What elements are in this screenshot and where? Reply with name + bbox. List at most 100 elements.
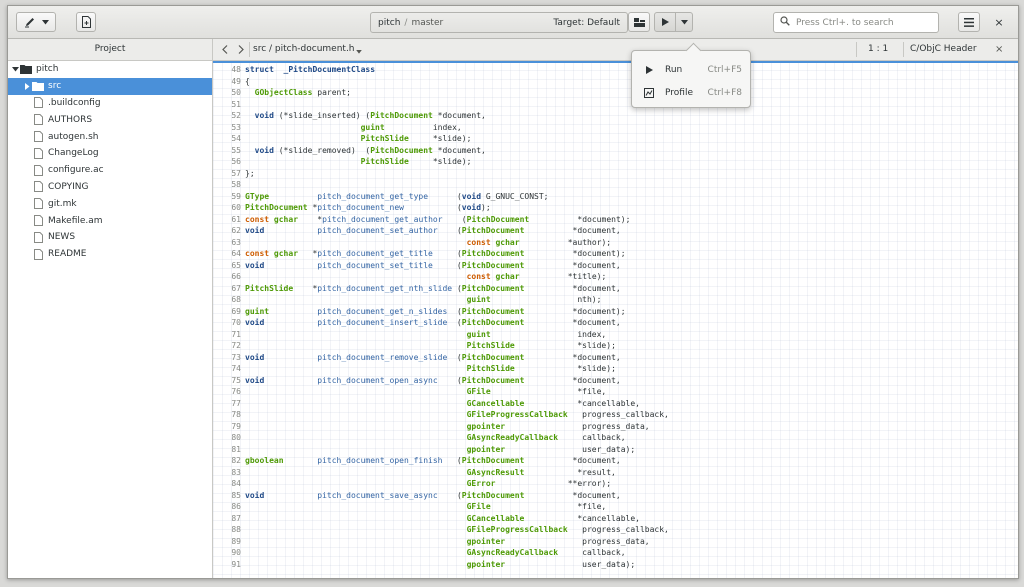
code-line[interactable]: GAsyncReadyCallback callback, — [245, 547, 1018, 559]
code-line[interactable]: gpointer progress_data, — [245, 421, 1018, 433]
code-token: guint — [466, 295, 491, 304]
new-document-button[interactable] — [76, 12, 96, 32]
code-line[interactable]: GAsyncReadyCallback callback, — [245, 432, 1018, 444]
line-number: 52 — [231, 111, 241, 120]
code-line[interactable]: gboolean pitch_document_open_finish (Pit… — [245, 455, 1018, 467]
code-line[interactable]: PitchSlide *slide); — [245, 340, 1018, 352]
code-token: user_data); — [505, 444, 636, 454]
search-box[interactable] — [773, 12, 939, 33]
tree-item[interactable]: git.mk — [8, 195, 212, 212]
build-panel-button[interactable] — [628, 12, 650, 32]
code-line[interactable]: const gchar *title); — [245, 271, 1018, 283]
code-line[interactable]: void pitch_document_set_author (PitchDoc… — [245, 225, 1018, 237]
code-line[interactable]: GAsyncResult *result, — [245, 467, 1018, 479]
tree-item[interactable]: AUTHORS — [8, 111, 212, 128]
code-line[interactable]: gpointer progress_data, — [245, 536, 1018, 548]
chevron-down-icon[interactable] — [10, 66, 20, 72]
code-line[interactable]: void pitch_document_set_title (PitchDocu… — [245, 260, 1018, 272]
code-line[interactable]: guint index, — [245, 122, 1018, 134]
code-line[interactable]: }; — [245, 168, 1018, 180]
code-line[interactable]: GFileProgressCallback progress_callback, — [245, 524, 1018, 536]
run-button[interactable] — [654, 12, 676, 32]
code-line[interactable]: const gchar *author); — [245, 237, 1018, 249]
tree-item[interactable]: .buildconfig — [8, 95, 212, 112]
tree-item[interactable]: autogen.sh — [8, 128, 212, 145]
code-token: ( — [432, 260, 462, 270]
code-line[interactable]: const gchar *pitch_document_get_author (… — [245, 214, 1018, 226]
code-token: GFileProgressCallback — [466, 525, 568, 534]
search-input[interactable] — [794, 16, 938, 29]
tree-item[interactable]: pitch — [8, 61, 212, 78]
chevron-right-icon[interactable] — [22, 82, 32, 90]
code-view[interactable]: 48 49 50 51 52 53 54 55 56 57 58 59 60 61 62 63 64 65 66 67… — [213, 61, 1018, 578]
tree-item[interactable]: Makefile.am — [8, 212, 212, 229]
run-options-button[interactable] — [675, 12, 693, 32]
tree-item[interactable]: ChangeLog — [8, 145, 212, 162]
project-path-box[interactable]: pitch / master Target: Default — [370, 12, 628, 33]
tree-item[interactable]: configure.ac — [8, 162, 212, 179]
code-line[interactable]: GType pitch_document_get_type (void G_GN… — [245, 191, 1018, 203]
code-line[interactable]: guint pitch_document_get_n_slides (Pitch… — [245, 306, 1018, 318]
code-line[interactable]: guint nth); — [245, 294, 1018, 306]
code-line[interactable]: PitchSlide *slide); — [245, 363, 1018, 375]
code-line[interactable]: void pitch_document_remove_slide (PitchD… — [245, 352, 1018, 364]
code-line[interactable]: PitchSlide *slide); — [245, 133, 1018, 145]
header-bar: pitch / master Target: Default Press Ctr… — [8, 6, 1018, 39]
code-line[interactable]: gpointer user_data); — [245, 559, 1018, 571]
code-line[interactable]: GFile *file, — [245, 501, 1018, 513]
line-number: 77 — [231, 398, 241, 408]
language-indicator[interactable]: C/ObjC Header — [910, 39, 977, 60]
line-number: 51 — [231, 99, 241, 109]
code-line[interactable]: const gchar *pitch_document_get_title (P… — [245, 248, 1018, 260]
tree-item-label: README — [48, 249, 87, 260]
cursor-position[interactable]: 1 : 1 — [868, 39, 888, 60]
project-tree: pitch src .buildconfig AUTHORS autogen.sh Cha… — [8, 61, 212, 263]
go-forward-button[interactable] — [235, 43, 247, 55]
perspective-menu-button[interactable] — [16, 12, 56, 32]
code-token: PitchDocument — [461, 260, 525, 270]
code-token: *document, — [524, 490, 621, 500]
code-line[interactable]: GCancellable *cancellable, — [245, 513, 1018, 525]
code-line[interactable]: void (*slide_removed) (PitchDocument *do… — [245, 145, 1018, 157]
code-text[interactable]: struct _PitchDocumentClass { GObjectClass… — [245, 64, 1018, 570]
tree-item[interactable]: NEWS — [8, 229, 212, 246]
code-line[interactable]: GCancellable *cancellable, — [245, 398, 1018, 410]
code-line[interactable]: GFile *file, — [245, 386, 1018, 398]
line-number: 75 — [231, 375, 241, 385]
chevron-down-icon[interactable] — [356, 47, 362, 57]
code-line[interactable]: guint index, — [245, 329, 1018, 341]
line-number-gutter: 48 49 50 51 52 53 54 55 56 57 58 59 60 61 62 63 64 65 66 67… — [213, 64, 241, 570]
close-document-button[interactable]: × — [995, 39, 1003, 60]
code-line[interactable]: gpointer user_data); — [245, 444, 1018, 456]
line-number: 69 — [231, 306, 241, 316]
code-line[interactable]: PitchDocument *pitch_document_new (void)… — [245, 202, 1018, 214]
tree-item-label: src — [48, 81, 62, 92]
code-line[interactable]: void pitch_document_save_async (PitchDoc… — [245, 490, 1018, 502]
line-number: 81 — [231, 444, 241, 454]
code-line[interactable]: void pitch_document_insert_slide (PitchD… — [245, 317, 1018, 329]
tree-item[interactable]: src — [8, 77, 212, 95]
popover-item-profile[interactable]: Profile Ctrl+F8 — [642, 84, 742, 102]
document-filename[interactable]: src / pitch-document.h — [253, 39, 355, 60]
go-back-button[interactable] — [219, 43, 231, 55]
code-line[interactable]: GError **error); — [245, 478, 1018, 490]
code-line[interactable]: void pitch_document_open_async (PitchDoc… — [245, 375, 1018, 387]
code-line[interactable]: GFileProgressCallback progress_callback, — [245, 409, 1018, 421]
window-close-button[interactable]: × — [991, 14, 1007, 30]
code-token: progress_data, — [505, 536, 650, 546]
code-line[interactable]: PitchSlide *pitch_document_get_nth_slide… — [245, 283, 1018, 295]
tree-item[interactable]: COPYING — [8, 179, 212, 196]
main-menu-button[interactable] — [958, 12, 980, 32]
code-line[interactable] — [245, 179, 1018, 191]
code-line[interactable]: void (*slide_inserted) (PitchDocument *d… — [245, 110, 1018, 122]
line-number: 59 — [231, 191, 241, 201]
popover-item-run[interactable]: Run Ctrl+F5 — [642, 61, 742, 79]
code-line[interactable]: PitchSlide *slide); — [245, 156, 1018, 168]
code-token: progress_data, — [505, 421, 650, 431]
tree-item[interactable]: README — [8, 246, 212, 263]
